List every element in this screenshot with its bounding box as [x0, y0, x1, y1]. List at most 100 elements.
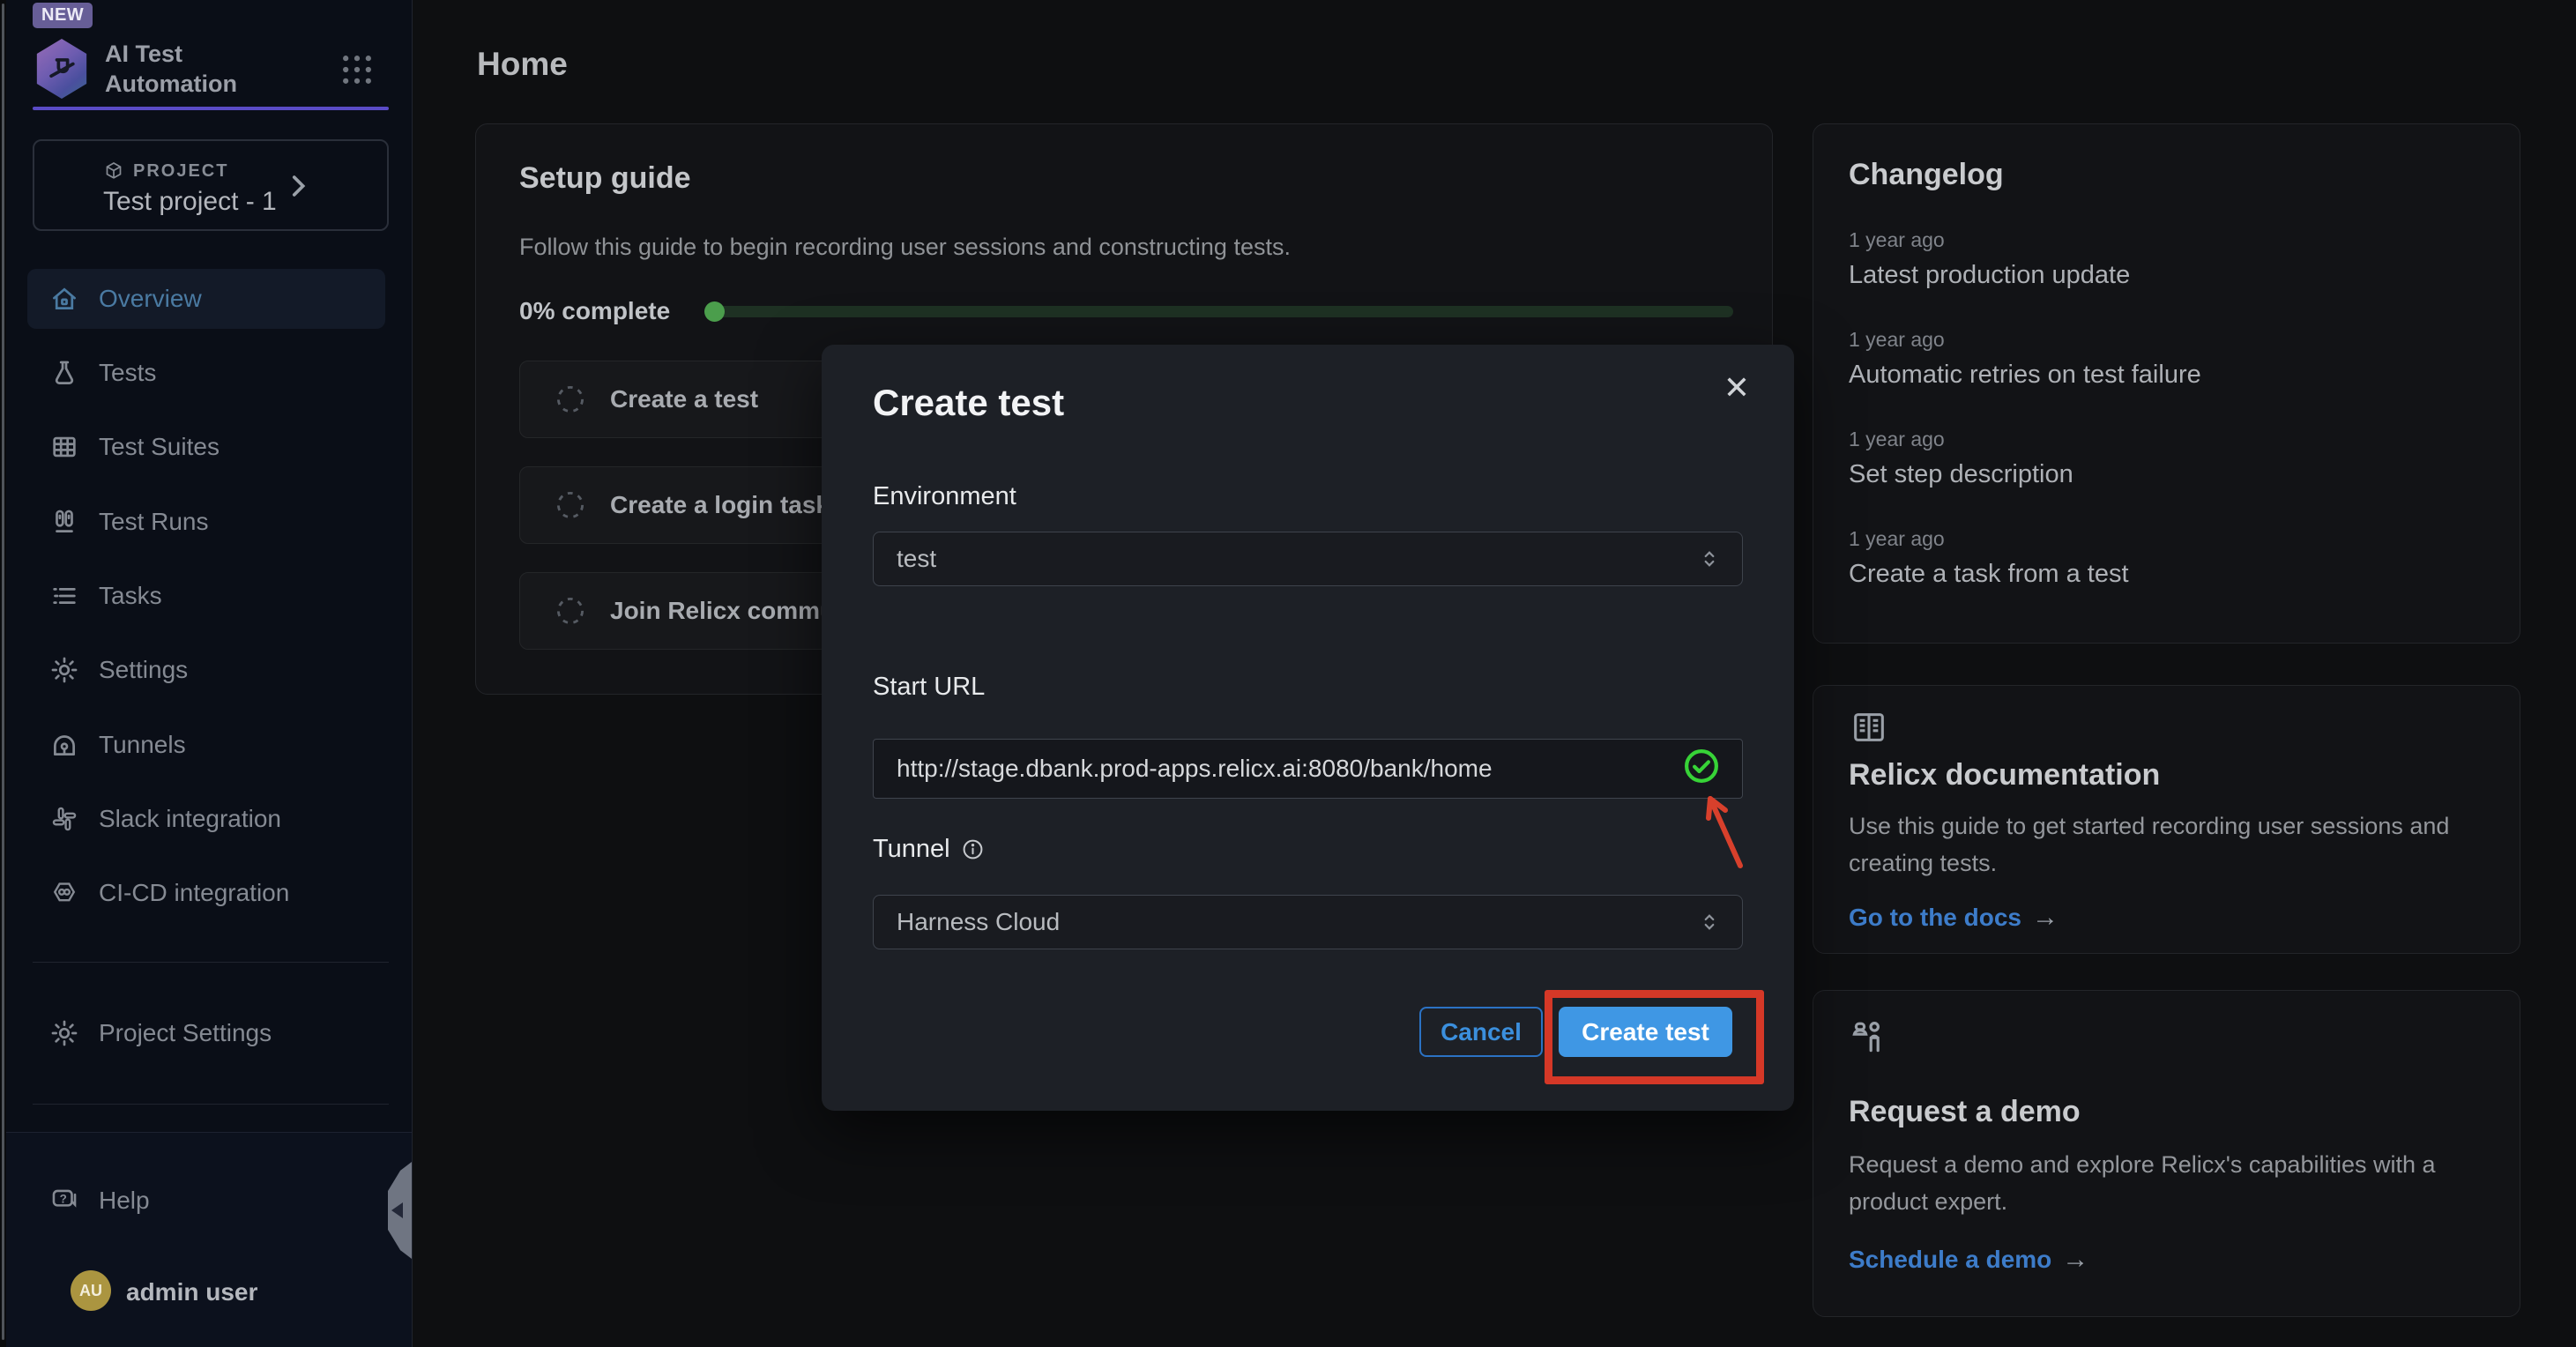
svg-text:?: ?: [60, 1192, 67, 1205]
setup-guide-description: Follow this guide to begin recording use…: [519, 234, 1291, 261]
cicd-link-icon: [49, 878, 79, 908]
arrow-right-icon: →: [2062, 1245, 2088, 1275]
modal-title: Create test: [873, 382, 1064, 424]
brand-divider: [33, 107, 389, 110]
dashed-circle-icon: [554, 594, 587, 628]
select-chevrons-icon: [1696, 546, 1723, 572]
go-to-docs-link[interactable]: Go to the docs →: [1849, 903, 2059, 933]
scrollbar-thumb[interactable]: [2, 4, 4, 1340]
sidebar-item-label: Slack integration: [99, 805, 281, 833]
sidebar-item-overview[interactable]: Overview: [27, 269, 385, 329]
grid-menu-icon[interactable]: [338, 50, 376, 89]
environment-label: Environment: [873, 482, 1016, 511]
sidebar-item-label: Tunnels: [99, 731, 186, 759]
sidebar-item-label: CI-CD integration: [99, 879, 289, 907]
home-icon: [49, 284, 79, 314]
changelog-card: Changelog 1 year ago Latest production u…: [1813, 123, 2520, 644]
setup-guide-title: Setup guide: [519, 161, 691, 196]
flask-icon: [49, 358, 79, 388]
tunnel-select[interactable]: Harness Cloud: [873, 895, 1743, 949]
changelog-entry[interactable]: 1 year ago Set step description: [1849, 428, 2483, 489]
link-label: Schedule a demo: [1849, 1246, 2051, 1274]
table-grid-icon: [49, 432, 79, 462]
chevron-right-icon: [283, 171, 313, 201]
changelog-time: 1 year ago: [1849, 328, 2483, 352]
request-demo-card: Request a demo Request a demo and explor…: [1813, 990, 2520, 1317]
request-demo-description: Request a demo and explore Relicx's capa…: [1849, 1146, 2480, 1220]
changelog-time: 1 year ago: [1849, 527, 2483, 551]
sidebar-item-test-runs[interactable]: Test Runs: [27, 492, 385, 552]
user-name: admin user: [126, 1278, 257, 1306]
project-selector[interactable]: PROJECT Test project - 1: [33, 139, 389, 231]
progress-label: 0% complete: [519, 297, 670, 325]
app-screen: NEW AI Test Automation PROJECT Test proj…: [0, 0, 2576, 1347]
select-chevrons-icon: [1696, 909, 1723, 935]
help-chat-icon: ?: [49, 1186, 79, 1216]
sidebar-item-tunnels[interactable]: Tunnels: [27, 715, 385, 775]
environment-value: test: [897, 545, 936, 573]
changelog-text: Latest production update: [1849, 261, 2483, 290]
sidebar-item-label: Tasks: [99, 582, 162, 610]
tunnel-icon: [49, 730, 79, 760]
slack-icon: [49, 804, 79, 834]
sidebar-divider: [33, 962, 389, 963]
sidebar-item-label: Settings: [99, 656, 188, 684]
arrow-right-icon: →: [2032, 903, 2059, 933]
documentation-title: Relicx documentation: [1849, 758, 2160, 793]
project-kicker-label: PROJECT: [133, 161, 228, 182]
environment-select[interactable]: test: [873, 532, 1743, 586]
user-menu[interactable]: AU admin user: [27, 1259, 385, 1322]
sidebar-item-test-suites[interactable]: Test Suites: [27, 417, 385, 477]
schedule-demo-link[interactable]: Schedule a demo →: [1849, 1245, 2088, 1275]
sidebar-item-help[interactable]: ? Help: [27, 1171, 385, 1231]
app-logo: [34, 39, 90, 99]
info-icon[interactable]: [961, 837, 985, 861]
request-demo-title: Request a demo: [1849, 1095, 2081, 1129]
test-runs-icon: [49, 507, 79, 537]
changelog-text: Automatic retries on test failure: [1849, 361, 2483, 390]
tunnel-label-text: Tunnel: [873, 835, 950, 864]
create-test-button[interactable]: Create test: [1559, 1007, 1732, 1057]
cancel-button[interactable]: Cancel: [1419, 1007, 1543, 1057]
gear-icon: [49, 1018, 79, 1048]
url-valid-check-icon: [1682, 747, 1721, 785]
task-list-icon: [49, 581, 79, 611]
sidebar-item-tasks[interactable]: Tasks: [27, 566, 385, 626]
page-scrollbar[interactable]: [0, 0, 6, 1347]
changelog-entry[interactable]: 1 year ago Automatic retries on test fai…: [1849, 328, 2483, 390]
project-kicker: PROJECT: [103, 160, 228, 182]
new-badge: NEW: [33, 3, 93, 28]
link-label: Go to the docs: [1849, 904, 2021, 932]
sidebar-footer: ? Help AU admin user: [6, 1132, 412, 1347]
sidebar-item-label: Project Settings: [99, 1019, 272, 1047]
sidebar-item-label: Tests: [99, 359, 156, 387]
start-url-input[interactable]: [873, 739, 1743, 799]
collapse-arrow-icon: [391, 1202, 403, 1218]
close-icon[interactable]: ✕: [1715, 366, 1759, 410]
cube-icon: [103, 160, 124, 182]
documentation-description: Use this guide to get started recording …: [1849, 807, 2480, 882]
setup-step-label: Create a login task: [610, 491, 830, 519]
sidebar-item-label: Test Runs: [99, 508, 209, 536]
sidebar-item-settings[interactable]: Settings: [27, 640, 385, 700]
sidebar-item-tests[interactable]: Tests: [27, 343, 385, 403]
changelog-entry[interactable]: 1 year ago Create a task from a test: [1849, 527, 2483, 589]
app-title: AI Test Automation: [105, 39, 264, 99]
changelog-title: Changelog: [1849, 158, 2004, 192]
sidebar-item-label: Help: [99, 1187, 150, 1215]
sidebar-item-slack-integration[interactable]: Slack integration: [27, 789, 385, 849]
dashed-circle-icon: [554, 488, 587, 522]
changelog-text: Set step description: [1849, 460, 2483, 489]
changelog-entry[interactable]: 1 year ago Latest production update: [1849, 228, 2483, 290]
logo-glyph-icon: [42, 49, 81, 88]
dashed-circle-icon: [554, 383, 587, 416]
changelog-text: Create a task from a test: [1849, 560, 2483, 589]
tunnel-value: Harness Cloud: [897, 908, 1060, 936]
sidebar-item-cicd-integration[interactable]: CI-CD integration: [27, 863, 385, 923]
sidebar-item-project-settings[interactable]: Project Settings: [27, 1003, 385, 1063]
setup-step-label: Create a test: [610, 385, 758, 413]
sidebar: NEW AI Test Automation PROJECT Test proj…: [6, 0, 413, 1347]
project-name: Test project - 1: [103, 187, 277, 217]
changelog-time: 1 year ago: [1849, 228, 2483, 252]
page-title: Home: [477, 46, 568, 83]
